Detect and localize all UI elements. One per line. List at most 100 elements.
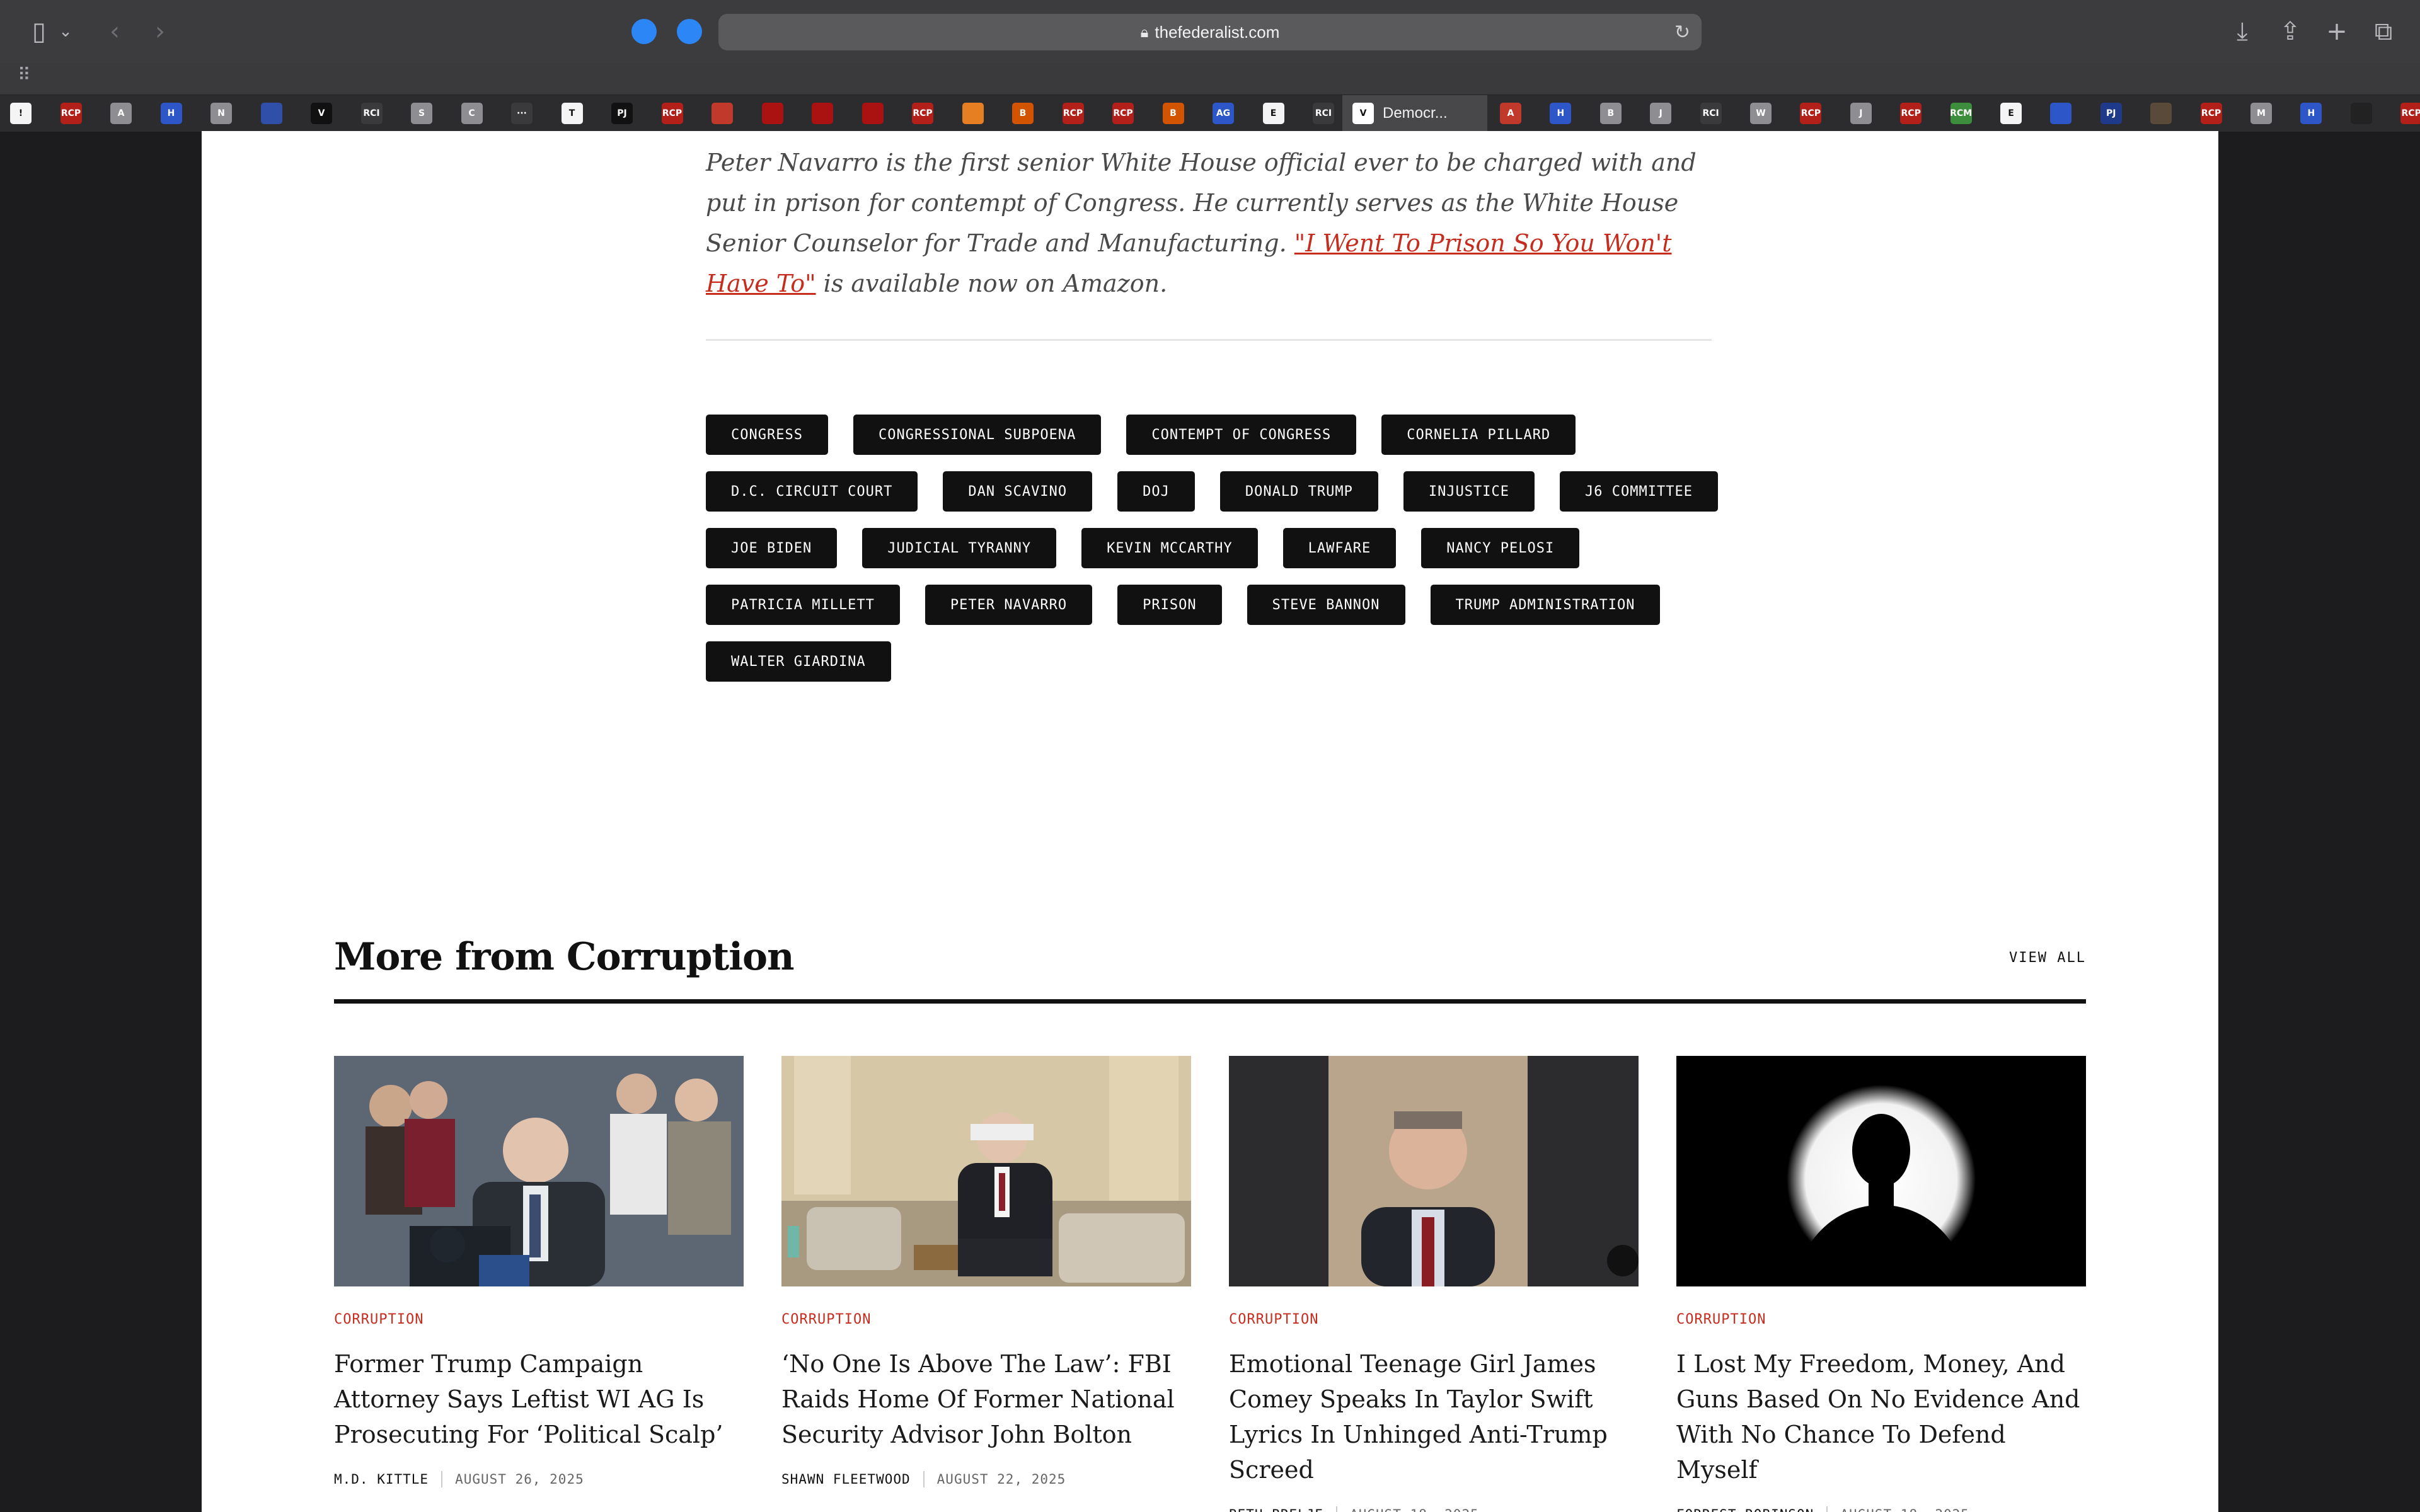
card-title[interactable]: Former Trump Campaign Attorney Says Left… xyxy=(334,1346,744,1452)
bookmark-favicon-icon[interactable]: RCP xyxy=(912,103,933,124)
tag-link[interactable]: PATRICIA MILLETT xyxy=(706,585,900,625)
bookmark-favicon-icon[interactable]: RCI xyxy=(1700,103,1722,124)
privacy-extension-icon[interactable] xyxy=(677,19,702,44)
tag-link[interactable]: CONGRESSIONAL SUBPOENA xyxy=(853,415,1102,455)
card-category[interactable]: CORRUPTION xyxy=(1676,1312,2086,1327)
card-author[interactable]: FORREST ROBINSON xyxy=(1676,1507,1814,1512)
bookmark-favicon-icon[interactable]: RCP xyxy=(1062,103,1084,124)
bookmark-favicon-icon[interactable] xyxy=(761,103,783,124)
share-icon[interactable]: ⇪ xyxy=(2273,14,2308,49)
tag-link[interactable]: TRUMP ADMINISTRATION xyxy=(1430,585,1661,625)
chevron-down-icon[interactable]: ⌄ xyxy=(54,14,77,49)
bookmark-favicon-icon[interactable]: AG xyxy=(1213,103,1234,124)
bookmark-favicon-icon[interactable]: E xyxy=(2000,103,2022,124)
bookmark-favicon-icon[interactable]: W xyxy=(1750,103,1772,124)
tag-link[interactable]: WALTER GIARDINA xyxy=(706,641,891,682)
downloads-icon[interactable]: ⤓ xyxy=(2225,14,2260,49)
bookmark-favicon-icon[interactable] xyxy=(712,103,733,124)
bookmark-favicon-icon[interactable] xyxy=(2050,103,2072,124)
bookmark-favicon-icon[interactable]: B xyxy=(1012,103,1034,124)
bookmark-favicon-icon[interactable]: PJ xyxy=(611,103,633,124)
card-author[interactable]: M.D. KITTLE xyxy=(334,1472,429,1487)
new-tab-icon[interactable]: + xyxy=(2319,14,2354,49)
tag-link[interactable]: D.C. CIRCUIT COURT xyxy=(706,471,918,512)
grid-icon[interactable]: ⠿ xyxy=(18,64,31,85)
extension-icon[interactable] xyxy=(631,19,657,44)
tag-link[interactable]: J6 COMMITTEE xyxy=(1560,471,1718,512)
card-title[interactable]: I Lost My Freedom, Money, And Guns Based… xyxy=(1676,1346,2086,1487)
bookmark-favicon-icon[interactable] xyxy=(2150,103,2172,124)
article-card[interactable]: CORRUPTION ‘No One Is Above The Law’: FB… xyxy=(781,1056,1191,1487)
bookmark-favicon-icon[interactable]: RCP xyxy=(1900,103,1922,124)
bookmark-favicon-icon[interactable]: B xyxy=(1162,103,1184,124)
tag-link[interactable]: CORNELIA PILLARD xyxy=(1381,415,1576,455)
bookmark-favicon-icon[interactable]: J xyxy=(1850,103,1872,124)
bookmark-favicon-icon[interactable] xyxy=(260,103,282,124)
tag-link[interactable]: CONGRESS xyxy=(706,415,828,455)
card-author[interactable]: SHAWN FLEETWOOD xyxy=(781,1472,911,1487)
card-category[interactable]: CORRUPTION xyxy=(334,1312,744,1327)
bookmark-favicon-icon[interactable]: ! xyxy=(10,103,32,124)
tag-link[interactable]: NANCY PELOSI xyxy=(1421,528,1580,568)
article-card[interactable]: CORRUPTION I Lost My Freedom, Money, And… xyxy=(1676,1056,2086,1512)
tag-link[interactable]: PETER NAVARRO xyxy=(925,585,1093,625)
active-tab[interactable]: V Democr... xyxy=(1342,95,1487,132)
tag-link[interactable]: LAWFARE xyxy=(1282,528,1397,568)
card-title[interactable]: ‘No One Is Above The Law’: FBI Raids Hom… xyxy=(781,1346,1191,1452)
bookmark-favicon-icon[interactable]: PJ xyxy=(2100,103,2122,124)
card-image-press-conference[interactable] xyxy=(334,1056,744,1286)
bookmark-favicon-icon[interactable]: A xyxy=(110,103,132,124)
tag-link[interactable]: STEVE BANNON xyxy=(1247,585,1405,625)
tag-link[interactable]: DOJ xyxy=(1117,471,1195,512)
bookmark-favicon-icon[interactable]: RCP xyxy=(2200,103,2222,124)
bookmark-favicon-icon[interactable]: RCP xyxy=(1112,103,1134,124)
tag-link[interactable]: JOE BIDEN xyxy=(706,528,838,568)
bookmark-favicon-icon[interactable]: RCP xyxy=(661,103,683,124)
bookmark-favicon-icon[interactable]: N xyxy=(210,103,232,124)
tag-link[interactable]: INJUSTICE xyxy=(1403,471,1535,512)
reload-icon[interactable]: ↻ xyxy=(1674,21,1690,43)
bookmark-favicon-icon[interactable]: H xyxy=(1550,103,1572,124)
tag-link[interactable]: PRISON xyxy=(1117,585,1222,625)
bookmark-favicon-icon[interactable]: S xyxy=(411,103,432,124)
tab-overview-icon[interactable]: ⧉ xyxy=(2366,14,2401,49)
card-category[interactable]: CORRUPTION xyxy=(1229,1312,1639,1327)
bookmark-favicon-icon[interactable]: T xyxy=(561,103,583,124)
forward-arrow-icon[interactable]: › xyxy=(142,14,178,49)
bookmark-favicon-icon[interactable] xyxy=(2350,103,2372,124)
bookmark-favicon-icon[interactable]: RCI xyxy=(360,103,383,124)
bookmark-favicon-icon[interactable]: ··· xyxy=(511,103,533,124)
bookmark-favicon-icon[interactable]: M xyxy=(2250,103,2272,124)
sidebar-toggle-icon[interactable]: ▯ xyxy=(21,14,57,49)
tag-link[interactable]: DONALD TRUMP xyxy=(1219,471,1378,512)
card-author[interactable]: BETH BRELJE xyxy=(1229,1507,1323,1512)
article-card[interactable]: CORRUPTION Emotional Teenage Girl James … xyxy=(1229,1056,1639,1512)
card-title[interactable]: Emotional Teenage Girl James Comey Speak… xyxy=(1229,1346,1639,1487)
view-all-link[interactable]: VIEW ALL xyxy=(2009,950,2086,966)
bookmark-favicon-icon[interactable]: RCI xyxy=(1313,103,1334,124)
tag-link[interactable]: CONTEMPT OF CONGRESS xyxy=(1126,415,1357,455)
address-bar[interactable]: 🔒︎ thefederalist.com ↻ xyxy=(718,14,1702,50)
bookmark-favicon-icon[interactable]: RCP xyxy=(1800,103,1822,124)
bookmark-favicon-icon[interactable] xyxy=(962,103,984,124)
tag-link[interactable]: KEVIN MCCARTHY xyxy=(1081,528,1258,568)
bookmark-favicon-icon[interactable]: B xyxy=(1599,103,1622,124)
bookmark-favicon-icon[interactable] xyxy=(812,103,833,124)
bookmark-favicon-icon[interactable]: RCP xyxy=(60,103,82,124)
bookmark-favicon-icon[interactable]: RCM xyxy=(1950,103,1972,124)
card-category[interactable]: CORRUPTION xyxy=(781,1312,1191,1327)
back-arrow-icon[interactable]: ‹ xyxy=(97,14,132,49)
bookmark-favicon-icon[interactable]: RCP xyxy=(2400,103,2420,124)
card-image-comey[interactable] xyxy=(1229,1056,1639,1286)
bookmark-favicon-icon[interactable]: H xyxy=(160,103,182,124)
bookmark-favicon-icon[interactable]: C xyxy=(461,103,483,124)
card-image-bolton[interactable] xyxy=(781,1056,1191,1286)
tag-link[interactable]: DAN SCAVINO xyxy=(943,471,1093,512)
article-card[interactable]: CORRUPTION Former Trump Campaign Attorne… xyxy=(334,1056,744,1487)
bookmark-favicon-icon[interactable]: A xyxy=(1500,103,1521,124)
bookmark-favicon-icon[interactable]: E xyxy=(1262,103,1284,124)
bookmark-favicon-icon[interactable]: J xyxy=(1650,103,1672,124)
bookmark-favicon-icon[interactable]: H xyxy=(2300,103,2322,124)
tag-link[interactable]: JUDICIAL TYRANNY xyxy=(862,528,1057,568)
bookmark-favicon-icon[interactable]: V xyxy=(311,103,332,124)
